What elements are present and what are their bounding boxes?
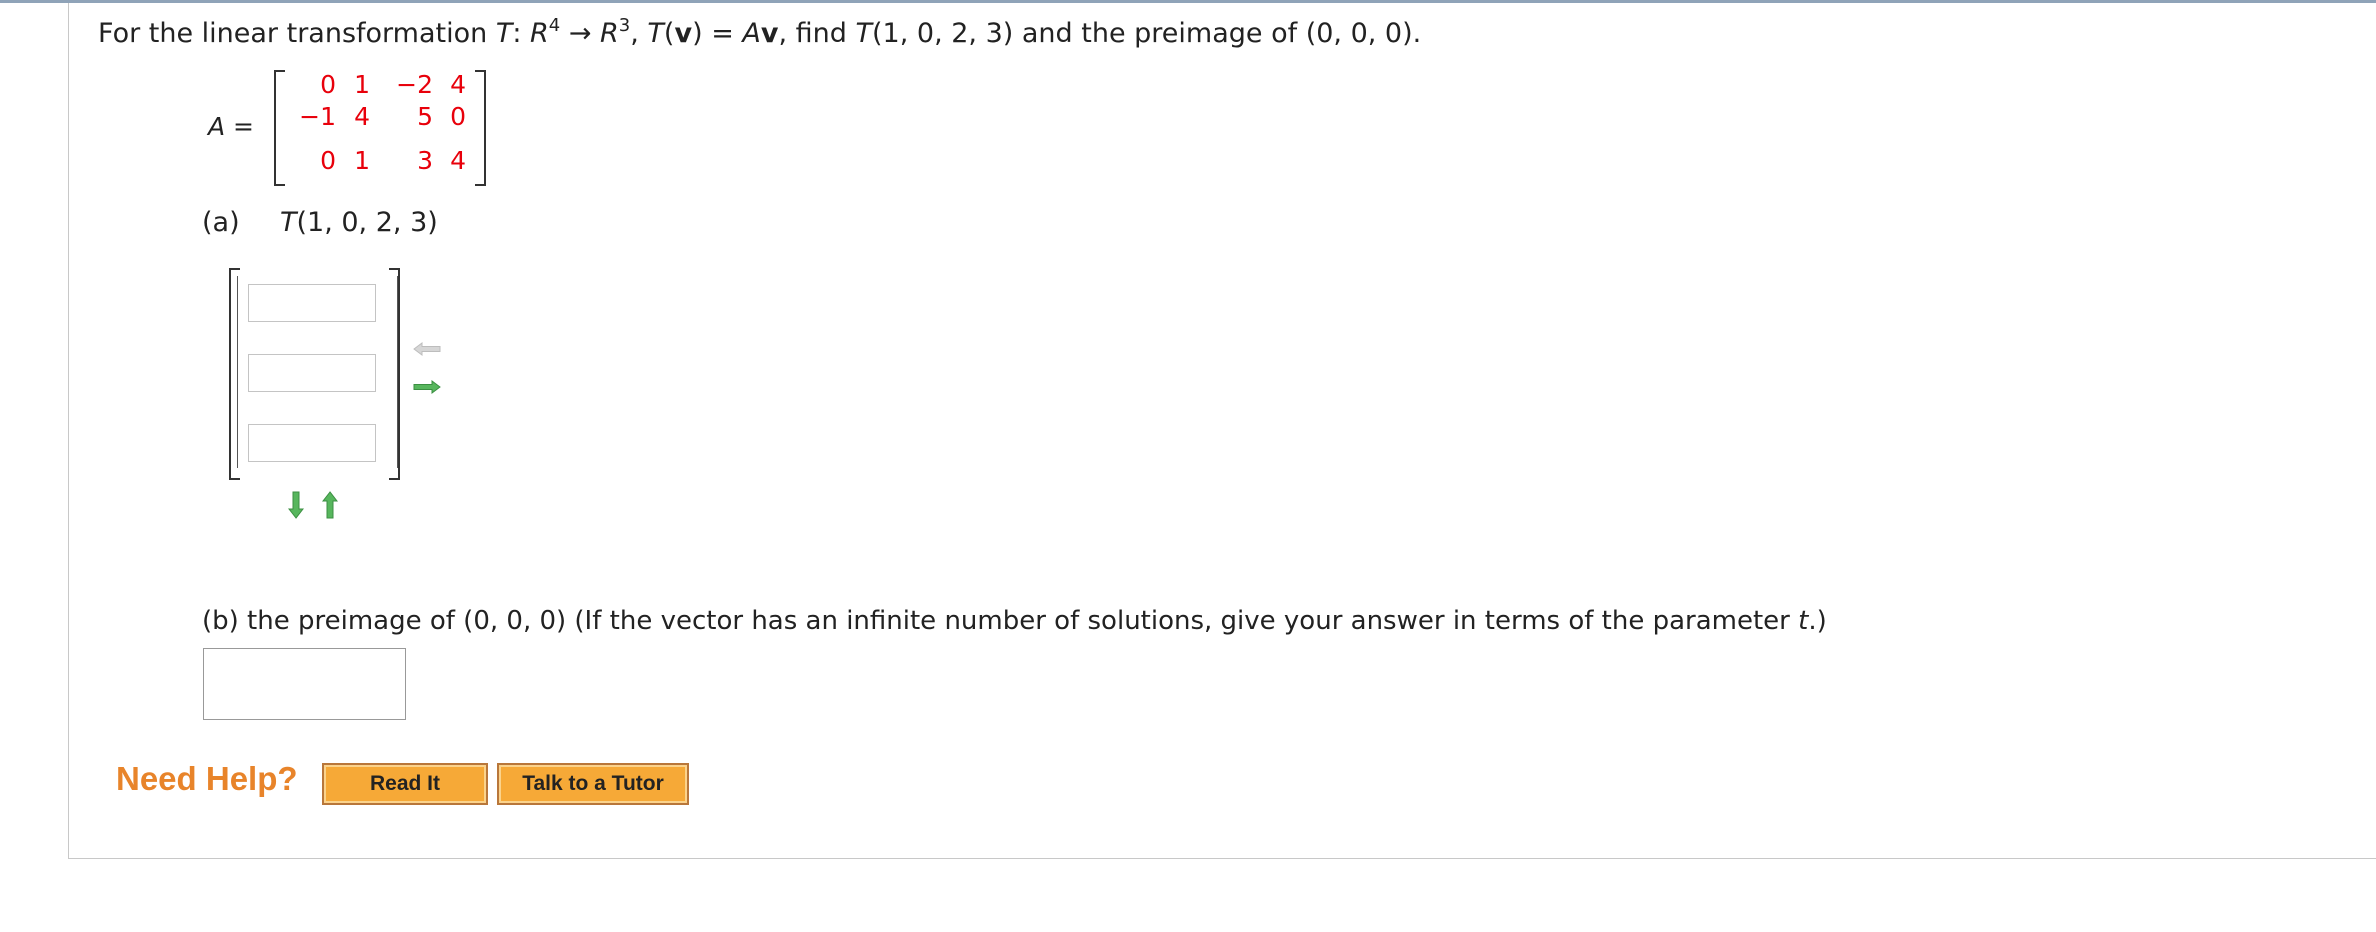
question-text: For the linear transformation T: R4 → R3… [98,15,1422,49]
matrix-label: A = [208,112,255,141]
talk-to-tutor-button[interactable]: Talk to a Tutor [497,763,689,805]
matrix-cell: 4 [450,146,466,175]
arrow-right-icon[interactable] [412,380,442,394]
answer-right-bracket-inner [393,276,398,468]
matrix-left-bracket [274,70,285,186]
read-it-button[interactable]: Read It [322,763,488,805]
arrow-up-icon[interactable] [322,490,338,520]
matrix-right-bracket [475,70,486,186]
part-a-label: (a) [202,207,240,238]
matrix-cell: 1 [354,70,370,99]
matrix-cell: 4 [450,70,466,99]
answer-input-row-1[interactable] [248,284,376,322]
talk-to-tutor-label: Talk to a Tutor [522,772,664,795]
need-help-label: Need Help? [116,760,298,797]
matrix-cell: 0 [450,102,466,131]
arrow-down-icon[interactable] [288,490,304,520]
part-b-text: (b) the preimage of (0, 0, 0) (If the ve… [202,606,1827,636]
matrix-cell: 4 [354,102,370,131]
answer-input-row-2[interactable] [248,354,376,392]
answer-left-bracket-inner [237,276,242,468]
question-panel [68,3,2376,859]
preimage-input[interactable] [203,648,406,720]
answer-input-row-3[interactable] [248,424,376,462]
read-it-label: Read It [369,772,440,795]
matrix-cell: 1 [354,146,370,175]
part-a-expression: T(1, 0, 2, 3) [280,207,438,238]
arrow-left-icon[interactable] [412,342,442,356]
